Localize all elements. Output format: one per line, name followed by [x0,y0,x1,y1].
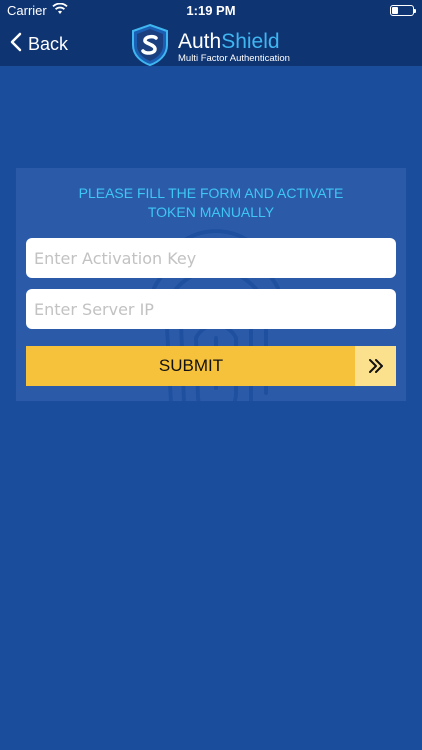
clock: 1:19 PM [186,3,236,18]
logo-subtitle: Multi Factor Authentication [178,52,290,64]
shield-logo-icon [130,23,170,72]
logo-title: AuthShield [178,29,290,53]
battery-icon [390,5,416,16]
activation-form-card: PLEASE FILL THE FORM AND ACTIVATE TOKEN … [16,168,406,401]
form-title: PLEASE FILL THE FORM AND ACTIVATE TOKEN … [16,184,406,222]
submit-button[interactable]: SUBMIT [26,346,396,386]
logo-title-auth: Auth [178,29,222,53]
back-button[interactable]: Back [10,30,68,58]
form-title-line-1: PLEASE FILL THE FORM AND ACTIVATE [78,185,344,201]
activation-key-input[interactable] [26,238,396,278]
submit-label: SUBMIT [158,356,224,375]
server-ip-input[interactable] [26,289,396,329]
back-label: Back [28,33,69,54]
status-bar: Carrier 1:19 PM [0,0,422,22]
nav-bar: Back AuthShield Multi Factor Authenticat… [0,22,422,67]
logo-title-shield: Shield [221,29,280,53]
form-title-line-2: TOKEN MANUALLY [147,204,275,220]
chevron-left-icon [10,32,28,57]
authshield-logo: AuthShield Multi Factor Authentication [130,23,290,72]
double-chevron-right-icon [355,346,396,386]
